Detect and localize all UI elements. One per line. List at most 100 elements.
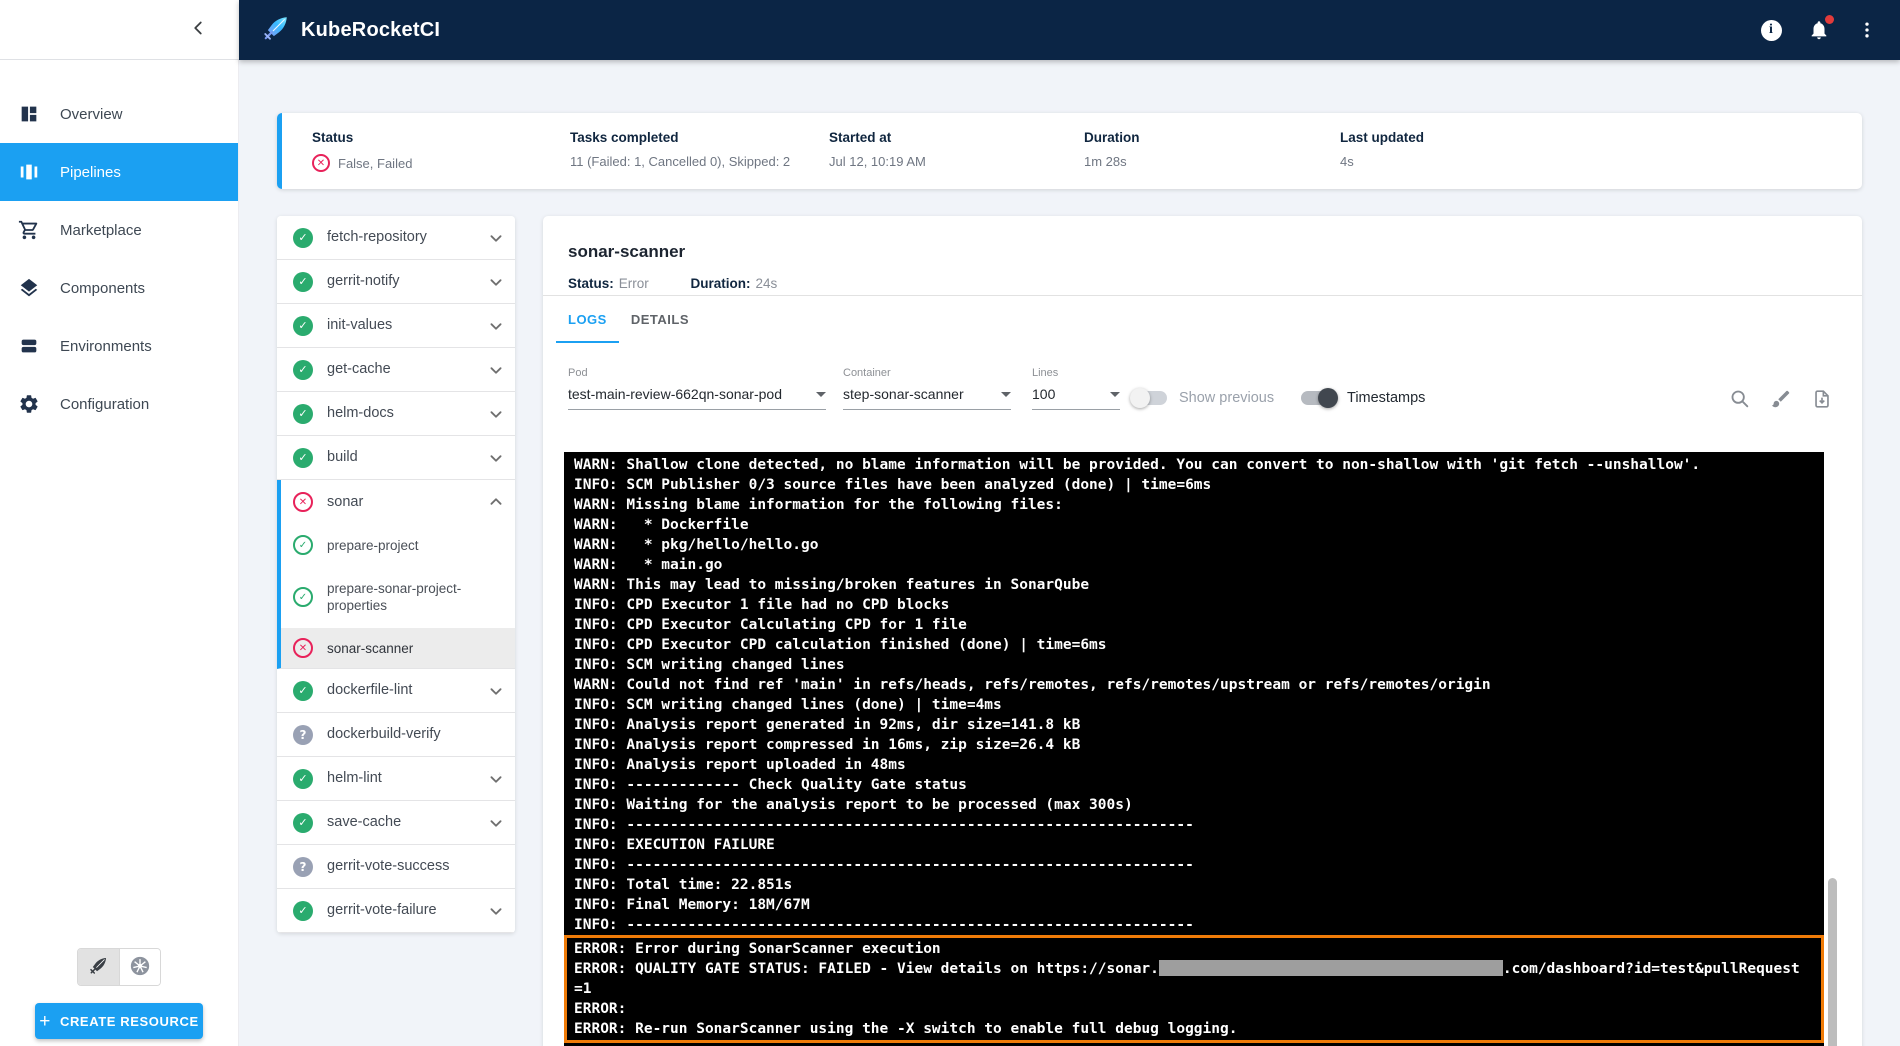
log-line: INFO: ----------------------------------… <box>574 915 1814 935</box>
log-line: INFO: Final Memory: 18M/67M <box>574 895 1814 915</box>
tree-item-fetch-repository[interactable]: ✓ fetch-repository <box>277 216 515 260</box>
top-bar: KubeRocketCI i <box>239 0 1900 60</box>
tree-item-save-cache[interactable]: ✓ save-cache <box>277 801 515 845</box>
overview-icon <box>17 102 41 126</box>
kubernetes-view-toggle[interactable] <box>119 949 160 985</box>
summary-field-value: 4s <box>1340 154 1424 169</box>
tree-item-init-values[interactable]: ✓ init-values <box>277 304 515 348</box>
dropdown-caret-icon <box>1001 392 1011 397</box>
environments-icon <box>17 334 41 358</box>
more-menu-icon[interactable] <box>1854 17 1880 43</box>
tree-item-gerrit-vote-success[interactable]: ?gerrit-vote-success <box>277 845 515 889</box>
log-terminal: WARN: Shallow clone detected, no blame i… <box>564 452 1824 1046</box>
lines-select[interactable]: Lines 100 <box>1032 367 1120 410</box>
sidebar-nav: OverviewPipelinesMarketplaceComponents En… <box>0 60 238 433</box>
chevron-down-icon <box>485 900 507 922</box>
notifications-bell-icon[interactable] <box>1806 17 1832 43</box>
app-logo: KubeRocketCI <box>261 13 440 48</box>
step-status-line: Status:Error Duration:24s <box>543 262 1862 295</box>
clear-logs-brush-icon[interactable] <box>1769 387 1793 411</box>
tree-item-label: get-cache <box>327 361 485 378</box>
sidebar-header <box>0 0 239 60</box>
tree-item-prepare-sonar-project-properties[interactable]: ✓prepare-sonar-project-properties <box>281 566 515 628</box>
status-value: Error <box>619 276 649 291</box>
container-select[interactable]: Container step-sonar-scanner <box>843 367 1011 410</box>
tree-item-label: helm-docs <box>327 405 485 422</box>
check-circle-icon: ✓ <box>293 228 313 248</box>
summary-field-tasks-completed: Tasks completed11 (Failed: 1, Cancelled … <box>570 130 790 169</box>
download-logs-icon[interactable] <box>1810 387 1834 411</box>
sidebar-item-marketplace[interactable]: Marketplace <box>0 201 238 259</box>
tree-item-label: fetch-repository <box>327 229 485 246</box>
pod-select[interactable]: Pod test-main-review-662qn-sonar-pod <box>568 367 826 410</box>
tree-item-label: helm-lint <box>327 770 485 787</box>
sidebar-item-label: Environments <box>60 338 152 355</box>
log-error-line: ERROR: <box>574 999 1814 1019</box>
log-line: INFO: Total time: 22.851s <box>574 875 1814 895</box>
summary-field-label: Started at <box>829 130 926 145</box>
tree-item-dockerfile-lint[interactable]: ✓dockerfile-lint <box>277 669 515 713</box>
pipeline-steps-tree: ✓ fetch-repository ✓ gerrit-notify ✓ init-val… <box>277 216 515 933</box>
chevron-down-icon <box>485 227 507 249</box>
chevron-up-icon <box>485 491 507 513</box>
tree-item-dockerbuild-verify[interactable]: ? dockerbuild-verify <box>277 713 515 757</box>
redacted-block <box>1159 960 1503 976</box>
check-circle-icon: ✓ <box>293 316 313 336</box>
sidebar-item-overview[interactable]: Overview <box>0 85 238 143</box>
tree-item-gerrit-vote-failure[interactable]: ✓gerrit-vote-failure <box>277 889 515 933</box>
switch-track <box>1133 391 1167 405</box>
tree-item-sonar[interactable]: ✕sonar <box>281 480 515 524</box>
tree-group-sonar: ✕sonar✓prepare-project✓prepare-sonar-pro… <box>277 480 515 669</box>
tree-item-prepare-project[interactable]: ✓prepare-project <box>281 524 515 566</box>
summary-field-text: 1m 28s <box>1084 154 1127 169</box>
status-label: Status: <box>568 276 614 291</box>
log-controls: Pod test-main-review-662qn-sonar-pod Con… <box>543 343 1862 428</box>
question-circle-icon: ? <box>293 725 313 745</box>
check-circle-icon: ✓ <box>293 272 313 292</box>
sidebar-item-pipelines[interactable]: Pipelines <box>0 143 238 201</box>
log-error-line: ERROR: Re-run SonarScanner using the -X … <box>574 1019 1814 1039</box>
container-select-value: step-sonar-scanner <box>843 386 964 402</box>
show-previous-label: Show previous <box>1179 390 1274 406</box>
tree-item-label: init-values <box>327 317 485 334</box>
tree-item-label: sonar <box>327 494 485 511</box>
tree-item-build[interactable]: ✓build <box>277 436 515 480</box>
summary-field-label: Status <box>312 130 412 145</box>
sidebar-item-components[interactable]: Components <box>0 259 238 317</box>
tree-item-gerrit-notify[interactable]: ✓ gerrit-notify <box>277 260 515 304</box>
check-circle-icon: ✓ <box>293 813 313 833</box>
info-icon[interactable]: i <box>1758 17 1784 43</box>
step-details-panel: sonar-scanner Status:Error Duration:24s … <box>543 216 1862 1046</box>
tree-item-label: gerrit-vote-failure <box>327 902 485 919</box>
tree-item-sonar-scanner[interactable]: ✕sonar-scanner <box>281 628 515 668</box>
tree-item-label: gerrit-notify <box>327 273 485 290</box>
show-previous-toggle[interactable]: Show previous <box>1133 390 1274 406</box>
duration-value: 24s <box>756 276 778 291</box>
timestamps-toggle[interactable]: Timestamps <box>1301 390 1425 406</box>
summary-field-text: False, Failed <box>338 156 412 171</box>
step-title: sonar-scanner <box>543 216 1862 262</box>
tree-item-get-cache[interactable]: ✓get-cache <box>277 348 515 392</box>
create-resource-button[interactable]: + CREATE RESOURCE <box>35 1003 203 1039</box>
tree-item-helm-lint[interactable]: ✓helm-lint <box>277 757 515 801</box>
feather-view-toggle[interactable] <box>78 949 119 985</box>
terminal-scrollbar[interactable] <box>1828 878 1837 1046</box>
summary-field-value: ✕False, Failed <box>312 154 412 172</box>
log-line: INFO: Waiting for the analysis report to… <box>574 795 1814 815</box>
log-line: INFO: Analysis report generated in 92ms,… <box>574 715 1814 735</box>
tab-details[interactable]: DETAILS <box>619 296 701 343</box>
tree-item-label: save-cache <box>327 814 485 831</box>
log-line: WARN: Could not find ref 'main' in refs/… <box>574 675 1814 695</box>
search-logs-icon[interactable] <box>1728 387 1752 411</box>
log-error-line: ERROR: Error during SonarScanner executi… <box>574 939 1814 959</box>
log-line: WARN: Missing blame information for the … <box>574 495 1814 515</box>
tree-item-label: dockerbuild-verify <box>327 726 485 743</box>
sidebar-item-configuration[interactable]: Configuration <box>0 375 238 433</box>
timestamps-label: Timestamps <box>1347 390 1425 406</box>
chevron-down-icon <box>485 359 507 381</box>
tree-item-label: prepare-project <box>327 537 485 554</box>
tab-logs[interactable]: LOGS <box>556 296 619 343</box>
tree-item-helm-docs[interactable]: ✓helm-docs <box>277 392 515 436</box>
sidebar-collapse-button[interactable] <box>181 13 215 47</box>
sidebar-item-environments[interactable]: Environments <box>0 317 238 375</box>
